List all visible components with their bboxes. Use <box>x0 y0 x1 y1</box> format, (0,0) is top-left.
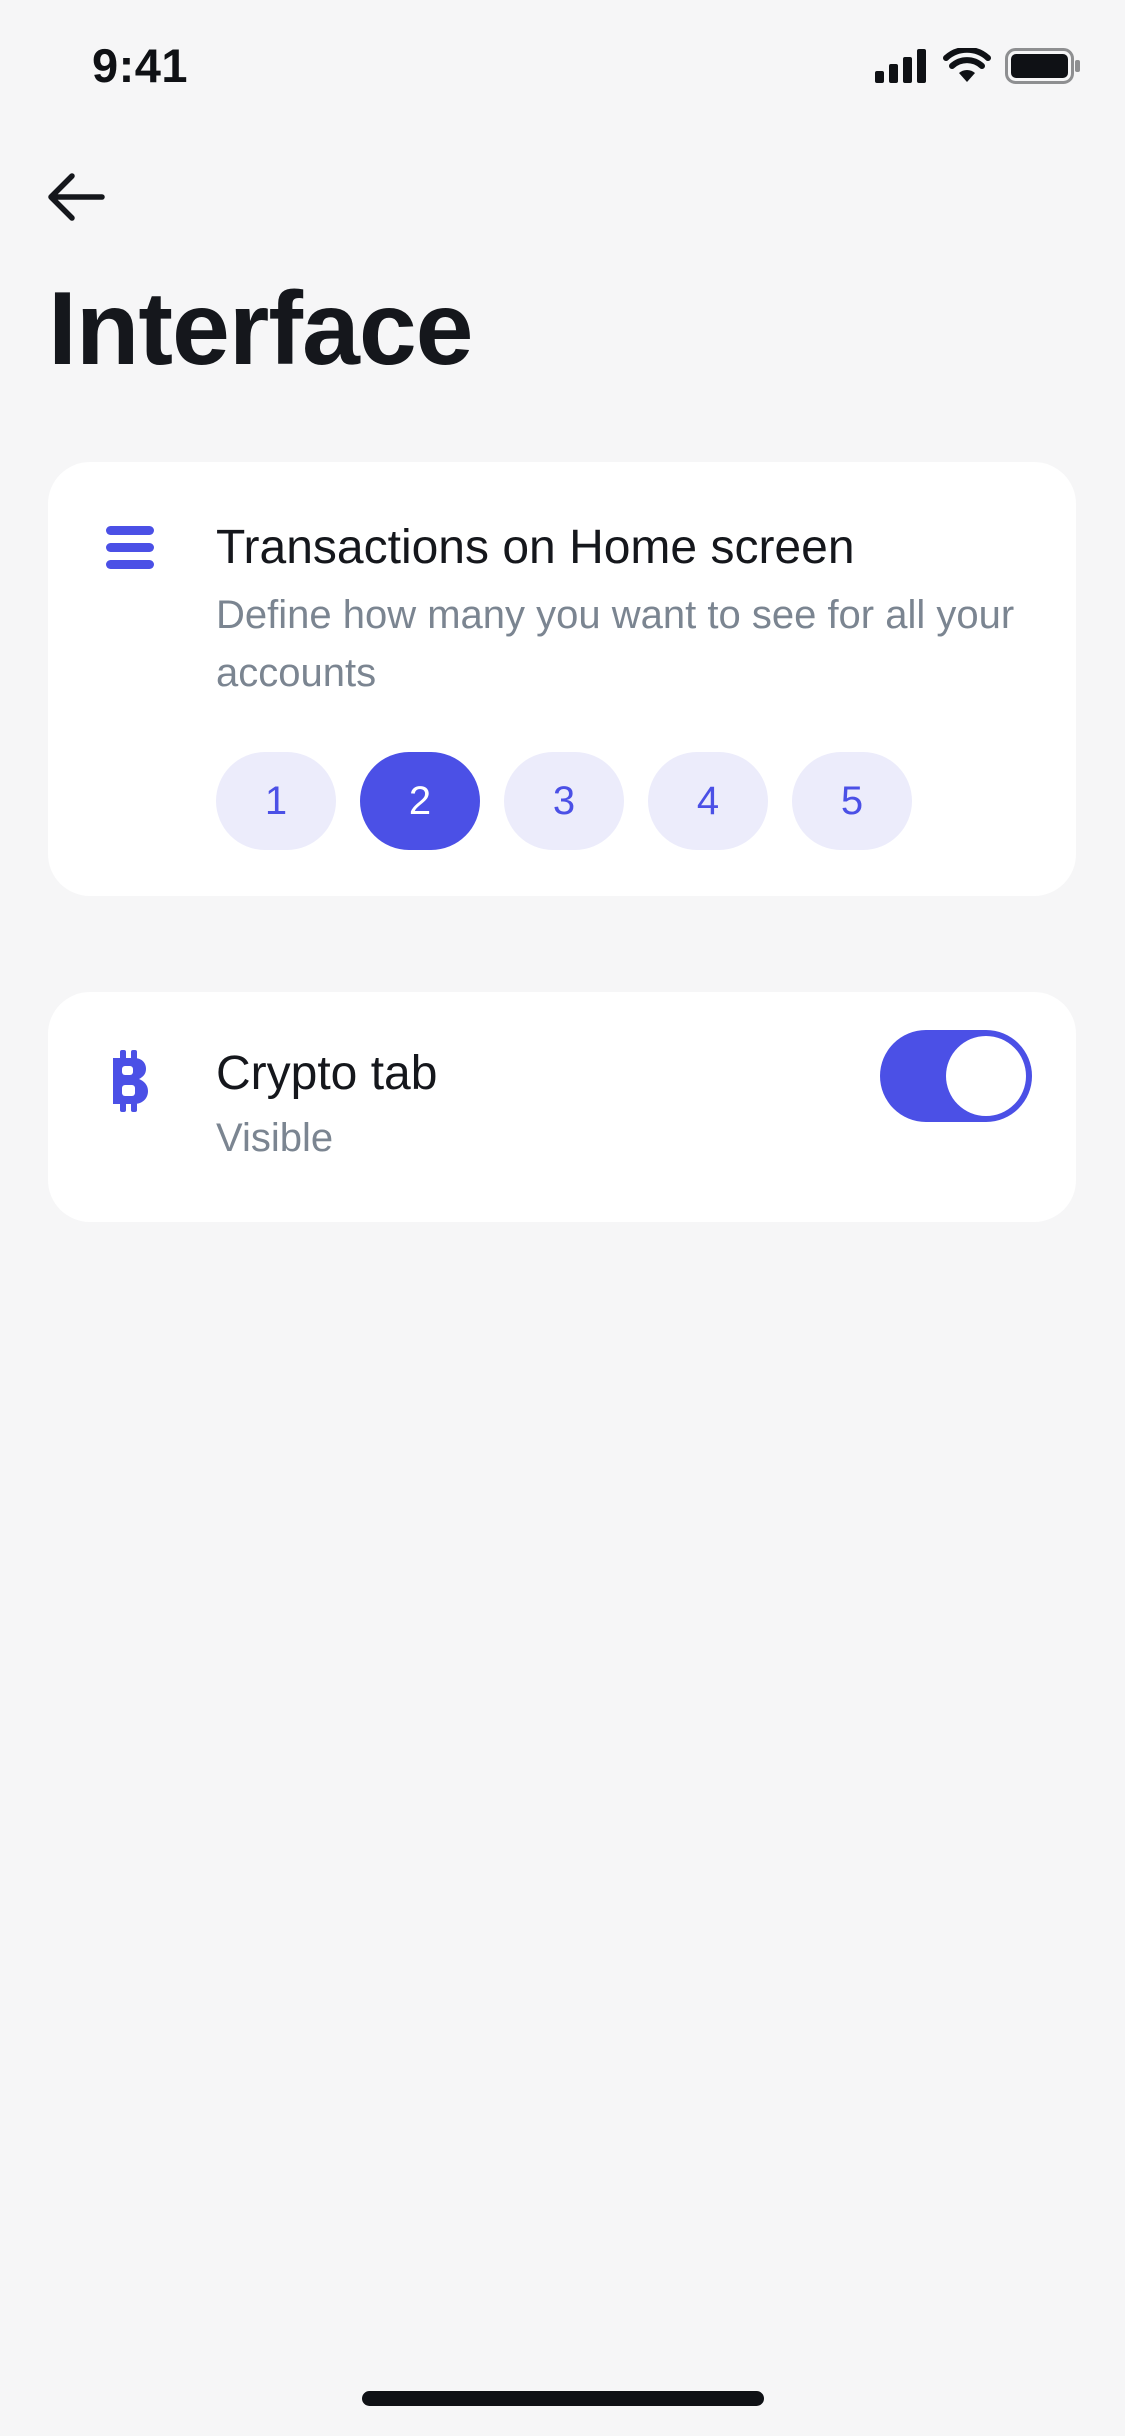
page-title: Interface <box>48 271 474 387</box>
bitcoin-icon <box>104 1048 156 1114</box>
count-option-1[interactable]: 1 <box>216 752 336 850</box>
back-button[interactable] <box>42 168 110 230</box>
crypto-card: Crypto tab Visible <box>48 992 1076 1222</box>
count-option-2[interactable]: 2 <box>360 752 480 850</box>
home-indicator[interactable] <box>362 2391 764 2406</box>
crypto-tab-status: Visible <box>216 1116 334 1160</box>
crypto-tab-toggle[interactable] <box>880 1030 1032 1122</box>
battery-icon <box>1005 48 1081 89</box>
cellular-signal-icon <box>875 49 929 88</box>
transactions-card: Transactions on Home screen Define how m… <box>48 462 1076 896</box>
transaction-count-selector: 1 2 3 4 5 <box>216 752 912 850</box>
wifi-icon <box>943 46 991 89</box>
status-icons <box>875 46 1081 89</box>
transactions-description: Define how many you want to see for all … <box>216 593 1015 695</box>
count-option-4[interactable]: 4 <box>648 752 768 850</box>
status-bar: 9:41 <box>0 0 1125 140</box>
status-time: 9:41 <box>92 39 189 92</box>
count-option-3[interactable]: 3 <box>504 752 624 850</box>
list-icon <box>104 522 156 574</box>
crypto-tab-title: Crypto tab <box>216 1047 438 1100</box>
arrow-left-icon <box>46 172 106 227</box>
transactions-title: Transactions on Home screen <box>216 521 855 574</box>
toggle-knob <box>946 1036 1026 1116</box>
count-option-5[interactable]: 5 <box>792 752 912 850</box>
